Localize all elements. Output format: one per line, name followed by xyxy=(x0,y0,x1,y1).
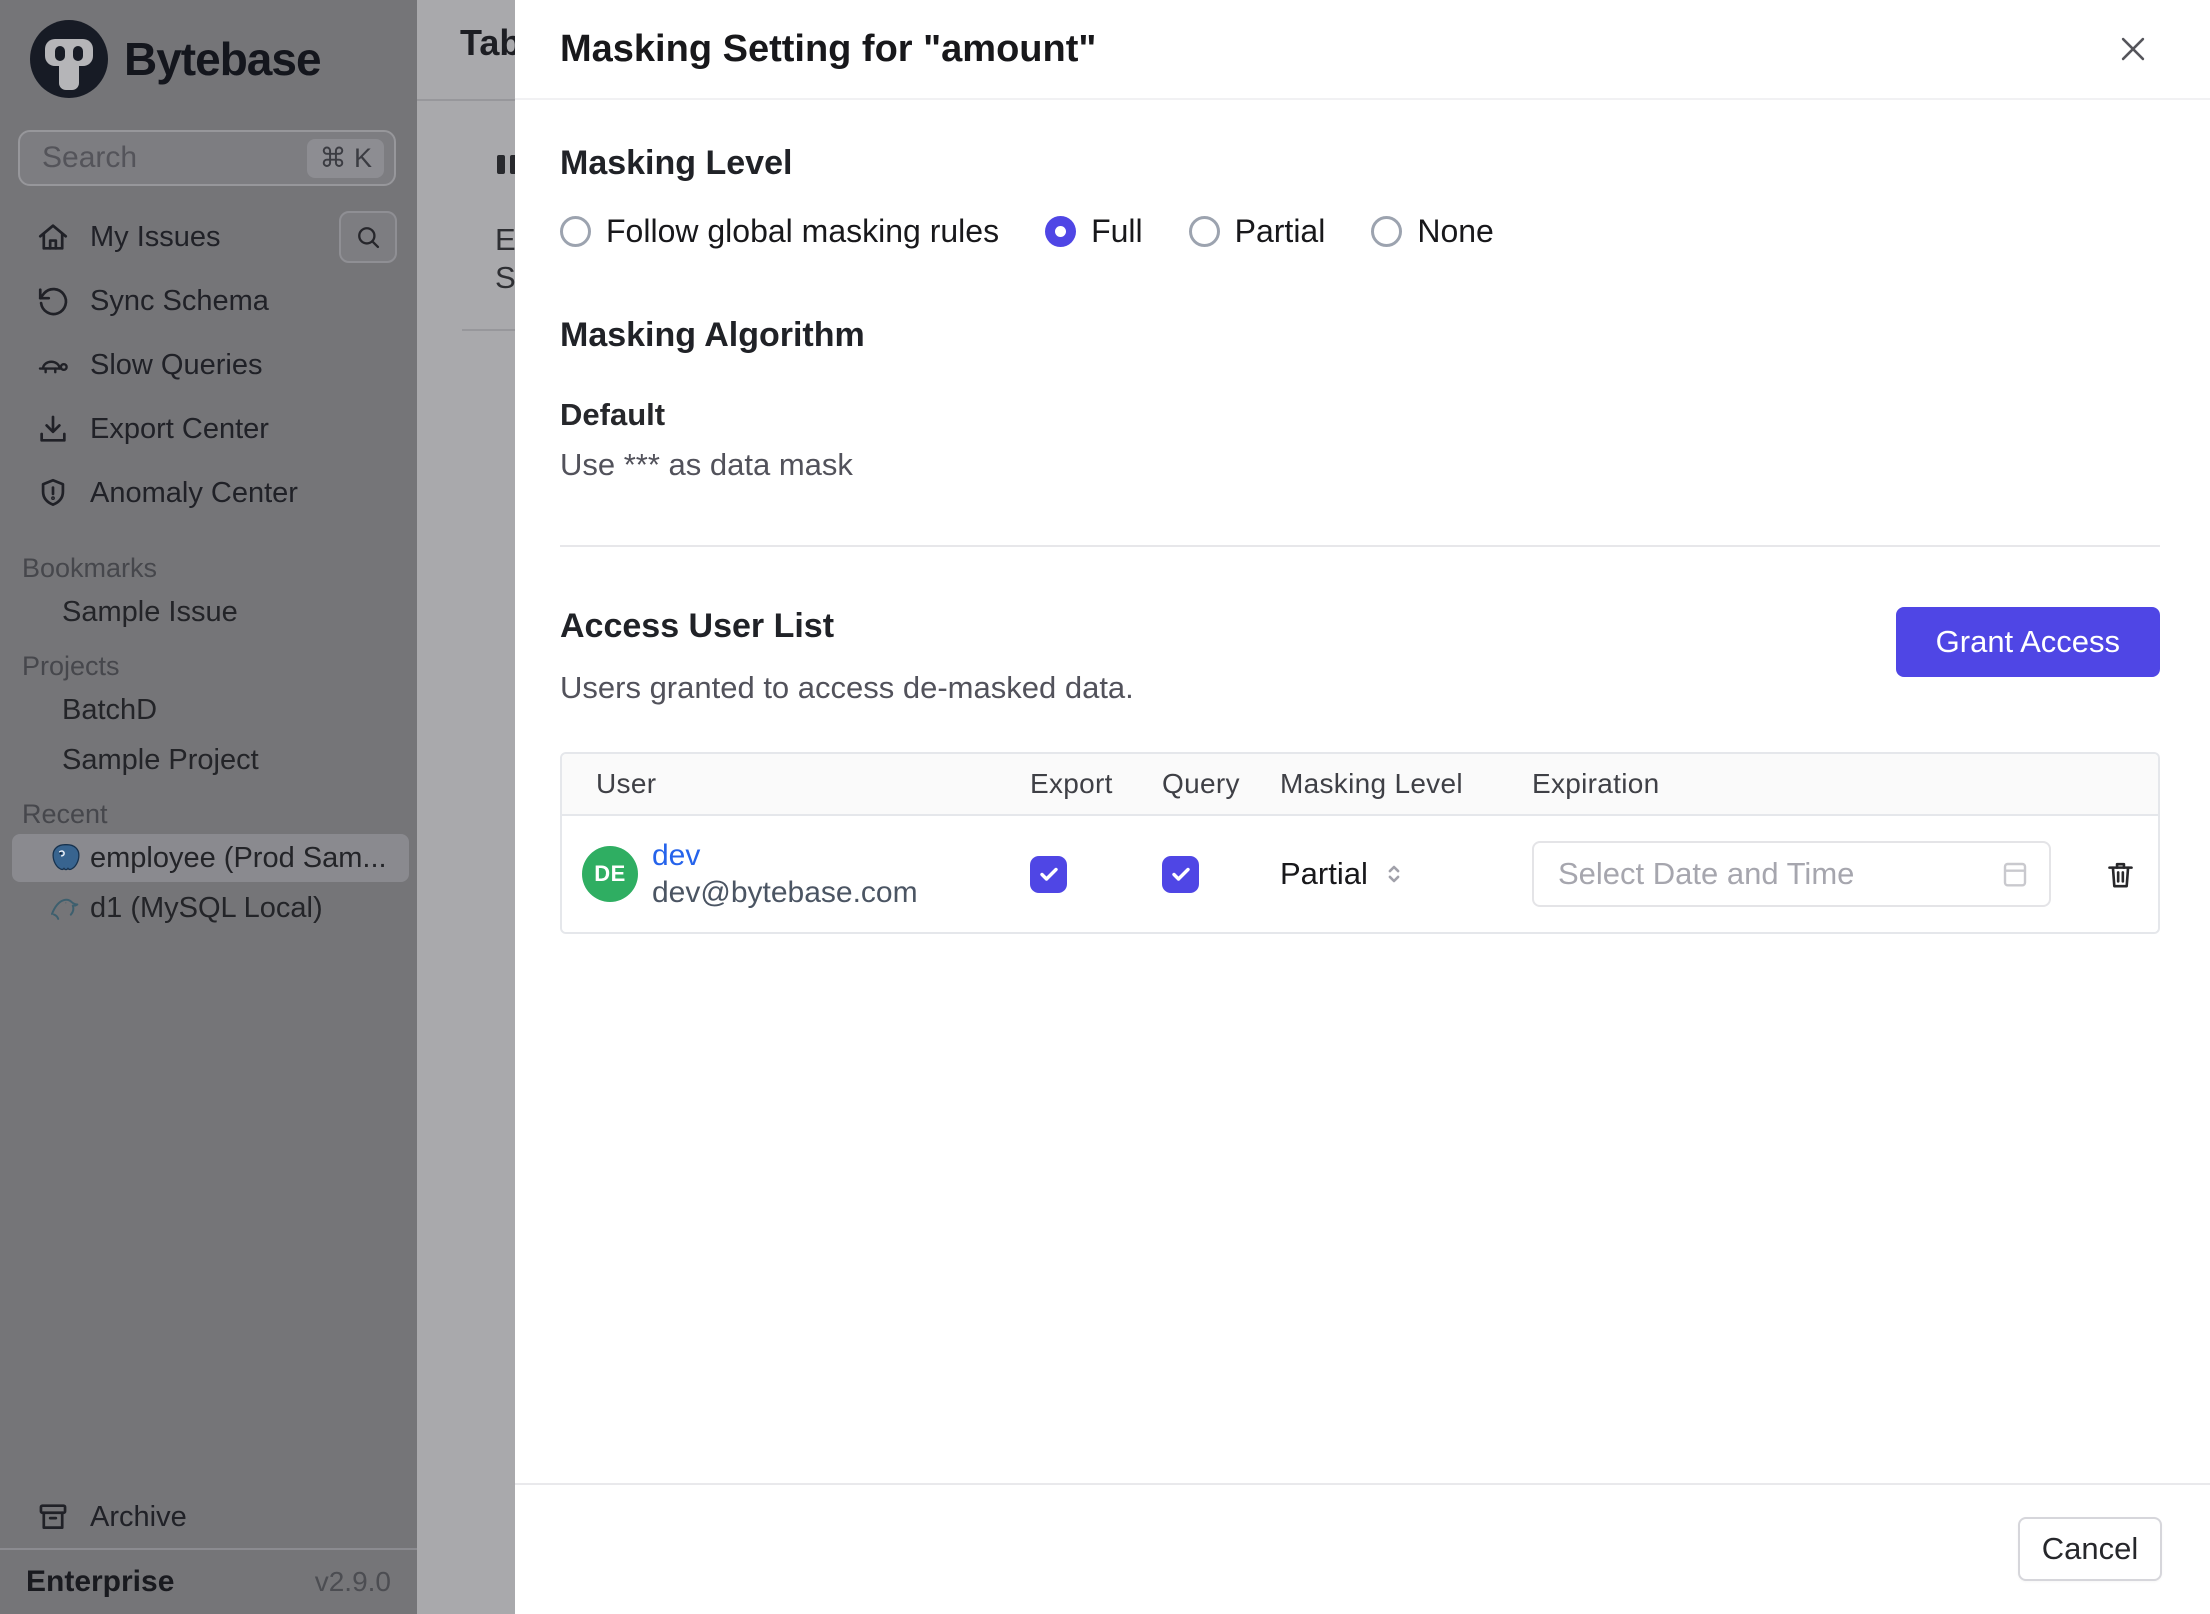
sidebar-item-label: Slow Queries xyxy=(90,348,263,381)
background-text-fragment-s: S xyxy=(495,260,515,295)
algorithm-description: Use *** as data mask xyxy=(560,447,853,482)
download-icon xyxy=(40,415,66,442)
column-header-masking-level: Masking Level xyxy=(1280,768,1463,799)
bytebase-logo[interactable]: Bytebase xyxy=(30,20,322,98)
home-icon xyxy=(38,224,68,250)
radio-follow-global-rules[interactable]: Follow global masking rules xyxy=(560,213,999,250)
column-header-expiration: Expiration xyxy=(1532,768,1660,799)
sidebar-item-sync-schema[interactable]: Sync Schema xyxy=(0,269,417,333)
sidebar-item-label: My Issues xyxy=(90,220,221,253)
delete-user-button[interactable] xyxy=(2098,852,2142,896)
section-header-bookmarks: Bookmarks xyxy=(22,552,158,583)
masking-level-select[interactable]: Partial xyxy=(1280,856,1408,892)
radio-full[interactable]: Full xyxy=(1045,213,1143,250)
dimmed-page-background: Tab E S xyxy=(417,0,515,1614)
logo-text: Bytebase xyxy=(124,33,322,85)
modal-body: Masking Level Follow global masking rule… xyxy=(515,100,2210,934)
trash-icon xyxy=(2107,862,2133,887)
query-checkbox[interactable] xyxy=(1162,855,1199,893)
modal-title: Masking Setting for "amount" xyxy=(560,27,1097,70)
radio-selected-icon[interactable] xyxy=(1045,216,1077,247)
sidebar-item-slow-queries[interactable]: Slow Queries xyxy=(0,333,417,397)
sidebar-item-label: employee (Prod Sam... xyxy=(90,841,387,874)
sidebar-footer: Enterprise v2.9.0 xyxy=(0,1548,417,1614)
sidebar-item-sample-issue[interactable]: Sample Issue xyxy=(12,588,409,636)
export-checkbox[interactable] xyxy=(1030,855,1067,893)
sidebar-item-employee-db[interactable]: employee (Prod Sam... xyxy=(12,834,409,882)
background-divider xyxy=(462,329,515,331)
checkmark-icon xyxy=(1039,867,1058,881)
access-user-list-subtitle: Users granted to access de-masked data. xyxy=(560,670,1134,705)
close-button[interactable] xyxy=(2111,27,2155,71)
sidebar-item-label: Sync Schema xyxy=(90,284,269,317)
expiration-date-input[interactable] xyxy=(1532,841,2051,907)
avatar: DE xyxy=(582,846,638,902)
background-page-title-fragment: Tab xyxy=(460,22,515,63)
radio-icon[interactable] xyxy=(1188,216,1220,247)
table-row: DE dev dev@bytebase.com Partial Select D… xyxy=(562,816,2158,932)
version-label: v2.9.0 xyxy=(314,1566,391,1597)
app-root: Bytebase Search ⌘ K My Issues Sync Schem… xyxy=(0,0,2210,1614)
user-name-link[interactable]: dev xyxy=(652,837,918,875)
sidebar-item-label: Anomaly Center xyxy=(90,476,298,509)
modal-footer: Cancel xyxy=(515,1483,2210,1614)
table-header-row: User Export Query Masking Level Expirati… xyxy=(562,754,2158,816)
column-header-query: Query xyxy=(1162,768,1240,799)
radio-partial[interactable]: Partial xyxy=(1188,213,1325,250)
radio-icon[interactable] xyxy=(1371,216,1403,247)
sidebar-item-anomaly-center[interactable]: Anomaly Center xyxy=(0,461,417,525)
column-header-export: Export xyxy=(1030,768,1113,799)
column-header-user: User xyxy=(596,768,657,799)
masking-level-heading: Masking Level xyxy=(560,144,793,182)
sidebar-item-label: Export Center xyxy=(90,412,269,445)
radio-none[interactable]: None xyxy=(1371,213,1494,250)
sidebar: Bytebase Search ⌘ K My Issues Sync Schem… xyxy=(0,0,417,1614)
algorithm-name: Default xyxy=(560,397,666,432)
background-divider xyxy=(417,99,515,101)
masking-algorithm-heading: Masking Algorithm xyxy=(560,316,865,354)
archive-icon xyxy=(39,1504,67,1529)
postgresql-icon xyxy=(52,844,80,871)
issue-search-button[interactable] xyxy=(339,211,397,263)
access-user-list-heading: Access User List xyxy=(560,607,835,645)
grant-access-button[interactable]: Grant Access xyxy=(1895,607,2160,677)
sidebar-item-sample-project[interactable]: Sample Project xyxy=(12,736,409,784)
section-header-projects: Projects xyxy=(22,650,120,681)
sidebar-item-d1-db[interactable]: d1 (MySQL Local) xyxy=(12,884,409,932)
plan-label: Enterprise xyxy=(26,1565,175,1598)
bytebase-logo-icon xyxy=(30,20,108,98)
masking-level-radio-group: Follow global masking rules Full Partial… xyxy=(560,213,2160,250)
chevron-updown-icon xyxy=(1388,865,1400,883)
turtle-icon xyxy=(38,360,68,374)
sidebar-item-label: Archive xyxy=(90,1500,187,1533)
section-header-recent: Recent xyxy=(22,798,108,829)
background-text-fragment-e: E xyxy=(495,222,515,257)
close-icon xyxy=(2121,37,2145,61)
sidebar-item-batchd[interactable]: BatchD xyxy=(12,686,409,734)
sidebar-item-export-center[interactable]: Export Center xyxy=(0,397,417,461)
mysql-icon xyxy=(50,898,79,920)
background-bars-icon xyxy=(497,155,515,174)
shield-icon xyxy=(41,478,65,506)
access-user-list-header: Access User List Users granted to access… xyxy=(560,607,2160,706)
section-divider xyxy=(560,545,2160,547)
search-placeholder: Search xyxy=(42,141,138,174)
sidebar-item-archive[interactable]: Archive xyxy=(0,1489,417,1545)
sidebar-search-input[interactable]: Search ⌘ K xyxy=(18,130,396,186)
checkmark-icon xyxy=(1171,867,1190,881)
sidebar-item-my-issues[interactable]: My Issues xyxy=(0,205,417,269)
sidebar-item-label: d1 (MySQL Local) xyxy=(90,891,323,924)
search-shortcut-badge: ⌘ K xyxy=(307,138,384,178)
radio-icon[interactable] xyxy=(560,216,591,247)
search-icon xyxy=(358,227,380,249)
access-user-table: User Export Query Masking Level Expirati… xyxy=(560,752,2160,934)
cancel-button[interactable]: Cancel xyxy=(2018,1517,2162,1581)
sync-icon xyxy=(38,287,68,316)
masking-setting-modal: Masking Setting for "amount" Masking Lev… xyxy=(515,0,2210,1614)
sidebar-sections: Bookmarks Sample Issue Projects BatchD S… xyxy=(0,538,417,934)
user-email: dev@bytebase.com xyxy=(652,876,918,909)
sidebar-nav: My Issues Sync Schema Slow Queries Expor… xyxy=(0,205,417,525)
modal-header: Masking Setting for "amount" xyxy=(515,0,2210,100)
